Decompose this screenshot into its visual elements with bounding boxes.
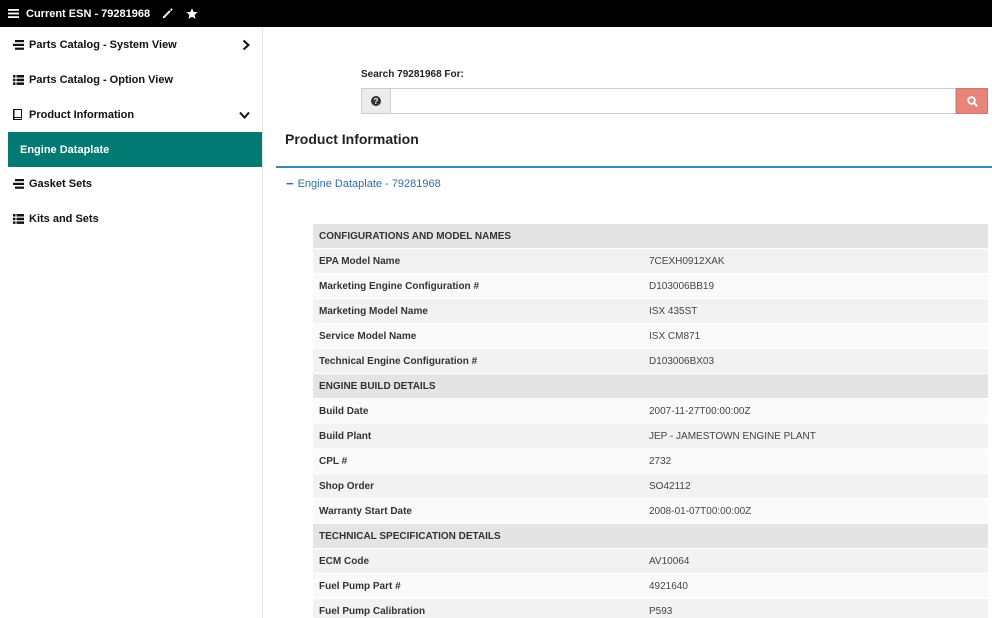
row-value: ISX CM871 <box>649 330 701 342</box>
svg-text:?: ? <box>374 97 379 106</box>
row-value: AV10064 <box>649 555 690 567</box>
sidebar-item-label: Product Information <box>29 108 135 121</box>
row-key: Build Date <box>319 405 369 417</box>
engine-dataplate-expander[interactable]: − Engine Dataplate - 79281968 <box>286 176 441 191</box>
table-section-header: ENGINE BUILD DETAILS <box>313 374 988 399</box>
sidebar-item-parts-catalog-system-view[interactable]: Parts Catalog - System View <box>0 28 262 63</box>
row-key: Build Plant <box>319 430 372 442</box>
expander-label: Engine Dataplate - 79281968 <box>297 178 441 190</box>
list-icon <box>12 213 24 225</box>
row-value: SO42112 <box>649 480 691 492</box>
sidebar-item-label: Engine Dataplate <box>20 143 110 156</box>
sidebar-item-label: Parts Catalog - System View <box>29 39 177 52</box>
row-value: 7CEXH0912XAK <box>649 255 725 267</box>
chevron-right-icon[interactable] <box>242 40 250 51</box>
table-row: ECM Code AV10064 <box>313 549 988 574</box>
row-key: Technical Engine Configuration # <box>319 355 478 367</box>
row-value: D103006BX03 <box>649 355 715 367</box>
row-value: JEP - JAMESTOWN ENGINE PLANT <box>649 430 816 442</box>
stack-icon <box>12 178 24 190</box>
sidebar-item-parts-catalog-option-view[interactable]: Parts Catalog - Option View <box>0 63 262 98</box>
table-row: Marketing Engine Configuration # D103006B… <box>313 274 988 299</box>
row-key: ECM Code <box>319 555 369 567</box>
main-content: Search 79281968 For: ? Product Informati… <box>264 27 992 618</box>
top-bar: Current ESN - 79281968 <box>0 0 992 27</box>
row-key: Marketing Model Name <box>319 305 428 317</box>
table-row: EPA Model Name 7CEXH0912XAK <box>313 249 988 274</box>
sidebar-item-product-information[interactable]: Product Information <box>0 97 262 132</box>
table-row: Build Plant JEP - JAMESTOWN ENGINE PLANT <box>313 424 988 449</box>
table-row: Fuel Pump Part # 4921640 <box>313 574 988 599</box>
dataplate-table: CONFIGURATIONS AND MODEL NAMES EPA Model … <box>313 224 988 618</box>
search-icon <box>966 95 978 107</box>
search-button[interactable] <box>956 88 988 114</box>
row-value: P593 <box>649 605 673 617</box>
table-row: CPL # 2732 <box>313 449 988 474</box>
question-icon[interactable]: ? <box>361 88 390 114</box>
sidebar-item-gasket-sets[interactable]: Gasket Sets <box>0 167 262 202</box>
sidebar-item-engine-dataplate[interactable]: Engine Dataplate <box>8 132 262 168</box>
sidebar: Parts Catalog - System View Parts Catalo… <box>0 27 263 618</box>
row-key: Warranty Start Date <box>319 505 412 517</box>
collapse-icon: − <box>286 176 294 191</box>
stack-icon <box>12 39 24 51</box>
row-value: 4921640 <box>649 580 688 592</box>
search-input[interactable] <box>390 88 956 114</box>
row-value: 2007-11-27T00:00:00Z <box>649 405 751 417</box>
row-key: EPA Model Name <box>319 255 401 267</box>
row-key: Fuel Pump Part # <box>319 580 401 592</box>
chevron-down-icon[interactable] <box>239 111 250 119</box>
table-section-header: TECHNICAL SPECIFICATION DETAILS <box>313 524 988 549</box>
table-row: Shop Order SO42112 <box>313 474 988 499</box>
row-key: CPL # <box>319 455 348 467</box>
table-row: Warranty Start Date 2008-01-07T00:00:00Z <box>313 499 988 524</box>
hamburger-icon[interactable] <box>0 9 22 18</box>
table-row: Marketing Model Name ISX 435ST <box>313 299 988 324</box>
book-icon <box>12 109 24 121</box>
current-esn-title: Current ESN - 79281968 <box>26 7 151 20</box>
table-row: Technical Engine Configuration # D103006B… <box>313 349 988 374</box>
star-icon[interactable] <box>186 7 198 20</box>
row-value: 2008-01-07T00:00:00Z <box>649 505 752 517</box>
table-row: Fuel Pump Calibration P593 <box>313 599 988 618</box>
row-value: D103006BB19 <box>649 280 715 292</box>
sidebar-item-label: Gasket Sets <box>29 178 92 191</box>
divider <box>276 166 992 168</box>
sidebar-item-label: Parts Catalog - Option View <box>29 74 174 87</box>
sidebar-item-kits-and-sets[interactable]: Kits and Sets <box>0 202 262 237</box>
table-row: Service Model Name ISX CM871 <box>313 324 988 349</box>
row-key: Fuel Pump Calibration <box>319 605 426 617</box>
page-title: Product Information <box>285 131 419 147</box>
row-key: Marketing Engine Configuration # <box>319 280 480 292</box>
table-row: Build Date 2007-11-27T00:00:00Z <box>313 399 988 424</box>
sidebar-item-label: Kits and Sets <box>29 213 99 226</box>
pencil-icon[interactable] <box>162 8 173 19</box>
row-value: 2732 <box>649 455 672 467</box>
list-icon <box>12 74 24 86</box>
search-label: Search 79281968 For: <box>361 69 464 80</box>
search-bar: ? <box>361 88 988 114</box>
row-key: Service Model Name <box>319 330 417 342</box>
row-value: ISX 435ST <box>649 305 698 317</box>
table-section-header: CONFIGURATIONS AND MODEL NAMES <box>313 224 988 249</box>
row-key: Shop Order <box>319 480 375 492</box>
